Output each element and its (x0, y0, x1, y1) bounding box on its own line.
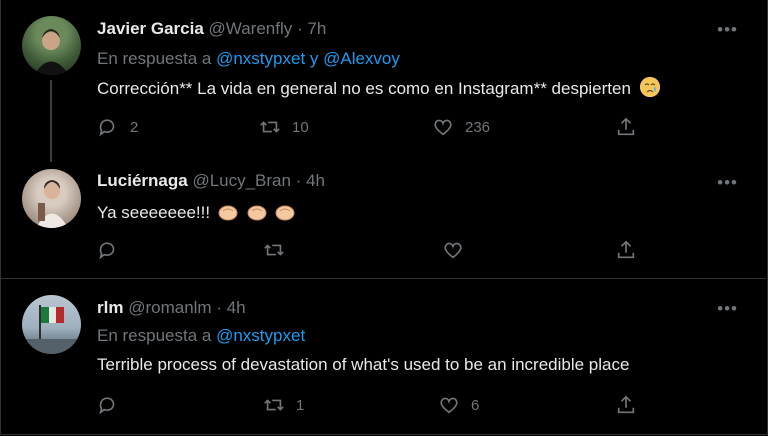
share-button[interactable] (615, 239, 637, 261)
crying-face-icon (639, 77, 660, 97)
author-name[interactable]: rlm (97, 298, 123, 317)
share-icon (617, 240, 635, 259)
reply-icon (99, 397, 115, 415)
retweet-button[interactable]: 10 (259, 116, 309, 138)
heart-icon (434, 119, 452, 136)
reply-button[interactable]: 2 (97, 116, 138, 138)
share-icon (617, 395, 635, 414)
reply-prefix: En respuesta a (97, 326, 212, 345)
more-options-button[interactable]: ••• (717, 299, 738, 319)
reply-prefix: En respuesta a (97, 49, 212, 68)
timestamp[interactable]: · 4h (216, 298, 245, 317)
tweet-header: Luciérnaga @Lucy_Bran · 4h (97, 171, 325, 191)
share-icon (617, 117, 635, 136)
tweet-header: Javier Garcia @Warenfly · 7h (97, 19, 326, 39)
retweet-count: 1 (296, 396, 305, 414)
like-count: 6 (471, 396, 480, 414)
reply-count: 2 (130, 118, 139, 136)
retweet-icon (264, 244, 284, 256)
tweet-text-content: Terrible process of devastation of what'… (97, 355, 630, 374)
like-button[interactable]: 236 (432, 116, 490, 138)
reply-context: En respuesta a @nxstypxet (97, 326, 305, 346)
heart-icon (444, 242, 462, 259)
thread-line (50, 80, 52, 162)
like-button[interactable] (442, 239, 475, 261)
like-button[interactable]: 6 (438, 394, 479, 416)
tweet-text-content: Corrección** La vida en general no es co… (97, 79, 631, 98)
reply-context: En respuesta a @nxstypxet y @Alexvoy (97, 49, 400, 69)
reply-button[interactable] (97, 239, 130, 261)
retweet-icon (260, 121, 280, 133)
more-options-button[interactable]: ••• (717, 20, 738, 40)
more-options-button[interactable]: ••• (717, 173, 738, 193)
reply-icon (99, 242, 115, 260)
author-handle[interactable]: @Warenfly (209, 19, 293, 38)
avatar[interactable] (22, 295, 81, 354)
tweet-text: Ya seeeeeee!!! (97, 202, 296, 223)
author-handle[interactable]: @romanlm (128, 298, 211, 317)
retweet-count: 10 (292, 118, 309, 136)
tweet-text: Corrección** La vida en general no es co… (97, 77, 660, 99)
tweet-text-content: Ya seeeeeee!!! (97, 203, 211, 222)
author-name[interactable]: Luciérnaga (97, 171, 188, 190)
avatar[interactable] (22, 16, 81, 75)
reply-mentions[interactable]: @nxstypxet y @Alexvoy (216, 49, 400, 68)
retweet-button[interactable]: 1 (263, 394, 304, 416)
tweet-2[interactable]: Luciérnaga @Lucy_Bran · 4h ••• Ya seeeee… (0, 160, 766, 278)
retweet-button[interactable] (263, 239, 296, 261)
timestamp[interactable]: · 4h (296, 171, 325, 190)
tweet-1[interactable]: Javier Garcia @Warenfly · 7h ••• En resp… (0, 0, 766, 162)
clapping-hands-icon (215, 203, 296, 222)
avatar[interactable] (22, 169, 81, 228)
like-count: 236 (465, 118, 491, 136)
timestamp[interactable]: · 7h (297, 19, 326, 38)
share-button[interactable] (615, 116, 637, 138)
author-name[interactable]: Javier Garcia (97, 19, 204, 38)
share-button[interactable] (615, 394, 637, 416)
reply-icon (99, 119, 115, 137)
tweet-3[interactable]: rlm @romanlm · 4h ••• En respuesta a @nx… (0, 279, 766, 435)
retweet-icon (264, 399, 284, 411)
tweet-header: rlm @romanlm · 4h (97, 298, 246, 318)
heart-icon (440, 397, 458, 414)
reply-button[interactable] (97, 394, 130, 416)
reply-mentions[interactable]: @nxstypxet (216, 326, 305, 345)
tweet-text: Terrible process of devastation of what'… (97, 355, 629, 375)
author-handle[interactable]: @Lucy_Bran (192, 171, 291, 190)
